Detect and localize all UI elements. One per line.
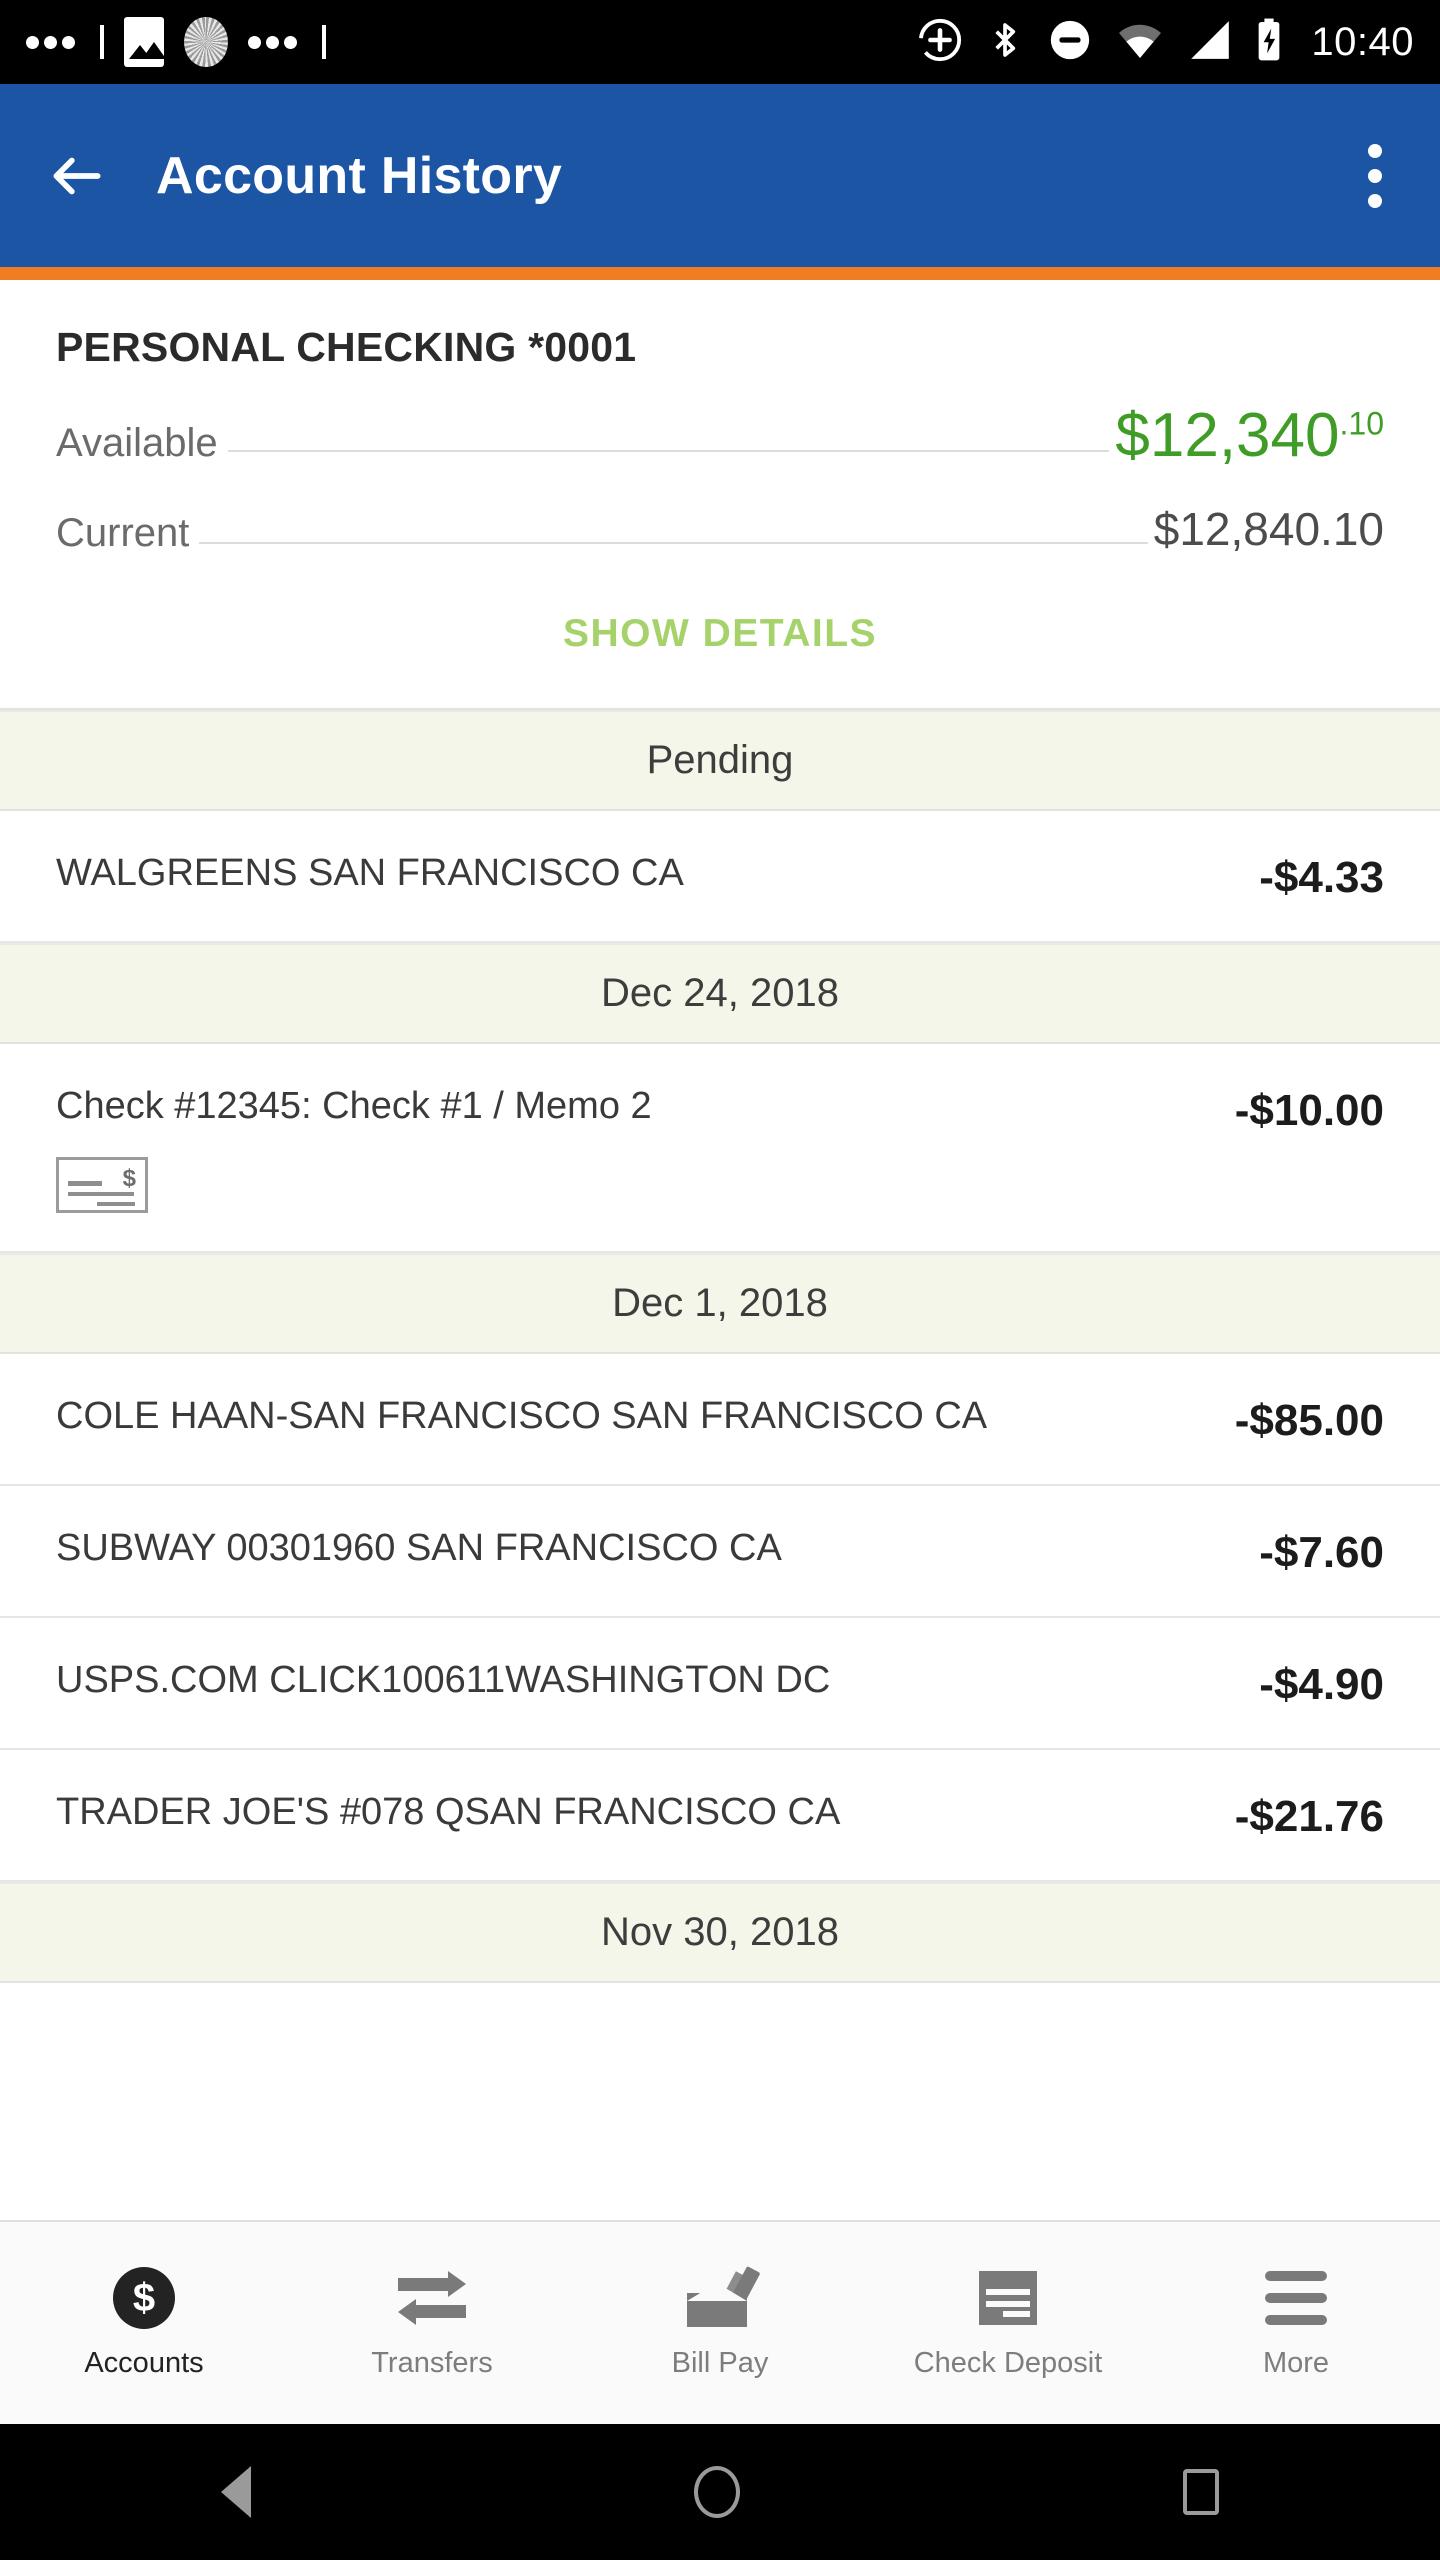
do-not-disturb-icon xyxy=(1047,17,1093,68)
available-amount-main: $12,340 xyxy=(1115,401,1340,470)
check-document-icon xyxy=(979,2267,1037,2329)
group-header: Nov 30, 2018 xyxy=(0,1881,1440,1983)
table-row[interactable]: WALGREENS SAN FRANCISCO CA -$4.33 xyxy=(0,810,1440,943)
transaction-description: COLE HAAN-SAN FRANCISCO SAN FRANCISCO CA xyxy=(56,1394,988,1437)
transfer-arrows-icon xyxy=(398,2267,466,2329)
dots-icon xyxy=(248,35,297,49)
spinner-icon xyxy=(184,17,228,67)
tab-label: More xyxy=(1262,2346,1330,2379)
notification-divider-icon xyxy=(100,25,104,59)
available-amount-cents: .10 xyxy=(1339,405,1384,442)
android-home-icon[interactable] xyxy=(693,2466,740,2518)
signal-icon xyxy=(1187,19,1233,66)
tab-accounts[interactable]: $ Accounts xyxy=(0,2266,288,2380)
transaction-amount: -$85.00 xyxy=(1234,1395,1384,1445)
tab-label: Check Deposit xyxy=(913,2346,1103,2379)
transaction-description: WALGREENS SAN FRANCISCO CA xyxy=(56,851,684,894)
transaction-description: SUBWAY 00301960 SAN FRANCISCO CA xyxy=(56,1526,782,1569)
image-icon xyxy=(124,17,164,67)
dollar-circle-icon: $ xyxy=(113,2266,175,2329)
current-amount: $12,840.10 xyxy=(1153,502,1384,555)
back-arrow-icon[interactable] xyxy=(46,145,108,207)
tab-more[interactable]: More xyxy=(1152,2267,1440,2380)
bluetooth-icon xyxy=(985,17,1025,68)
battery-charging-icon xyxy=(1255,17,1283,68)
table-row[interactable]: SUBWAY 00301960 SAN FRANCISCO CA -$7.60 xyxy=(0,1485,1440,1618)
transaction-description: TRADER JOE'S #078 QSAN FRANCISCO CA xyxy=(56,1790,841,1833)
transaction-amount: -$10.00 xyxy=(1234,1085,1384,1135)
tab-transfers[interactable]: Transfers xyxy=(288,2267,576,2380)
status-bar-right-icons: 10:40 xyxy=(917,17,1414,68)
location-add-icon xyxy=(917,17,963,68)
dollar-sign-glyph: $ xyxy=(122,1164,136,1192)
tab-check-deposit[interactable]: Check Deposit xyxy=(864,2267,1152,2380)
transaction-amount: -$21.76 xyxy=(1234,1791,1384,1841)
tab-bill-pay[interactable]: Bill Pay xyxy=(576,2265,864,2380)
check-image-icon[interactable]: $ xyxy=(56,1156,148,1213)
available-balance-row: Available $12,340.10 xyxy=(56,405,1384,467)
transaction-amount: -$7.60 xyxy=(1259,1527,1384,1577)
notification-divider-icon xyxy=(322,25,326,59)
phone-screen: 10:40 Account History PERSONAL CHECKING … xyxy=(0,0,1440,2560)
page-title: Account History xyxy=(156,146,563,205)
android-recents-icon[interactable] xyxy=(1182,2469,1219,2515)
wifi-icon xyxy=(1115,20,1165,65)
account-name: PERSONAL CHECKING *0001 xyxy=(56,324,637,370)
transaction-list[interactable]: Pending WALGREENS SAN FRANCISCO CA -$4.3… xyxy=(0,707,1440,1983)
tab-label: Bill Pay xyxy=(671,2346,769,2379)
group-header: Dec 24, 2018 xyxy=(0,942,1440,1044)
current-balance-row: Current $12,840.10 xyxy=(56,502,1384,556)
transaction-description: USPS.COM CLICK100611WASHINGTON DC xyxy=(56,1658,831,1701)
account-summary: PERSONAL CHECKING *0001 Available $12,34… xyxy=(0,280,1440,708)
tab-label: Transfers xyxy=(371,2346,493,2379)
dots-icon xyxy=(26,35,75,49)
table-row[interactable]: COLE HAAN-SAN FRANCISCO SAN FRANCISCO CA… xyxy=(0,1353,1440,1486)
leader-line xyxy=(227,449,1110,452)
group-header: Pending xyxy=(0,709,1440,811)
group-header: Dec 1, 2018 xyxy=(0,1252,1440,1354)
transaction-amount: -$4.90 xyxy=(1259,1659,1384,1709)
table-row[interactable]: TRADER JOE'S #078 QSAN FRANCISCO CA -$21… xyxy=(0,1749,1440,1882)
status-bar-left-icons xyxy=(26,17,917,67)
table-row[interactable]: Check #12345: Check #1 / Memo 2 $ -$10.0… xyxy=(0,1043,1440,1253)
envelope-pen-icon xyxy=(687,2265,761,2329)
leader-line xyxy=(199,541,1148,544)
android-status-bar: 10:40 xyxy=(0,0,1440,84)
overflow-menu-icon[interactable] xyxy=(1368,143,1382,208)
android-nav-bar xyxy=(0,2424,1440,2560)
bottom-tab-bar: $ Accounts Transfers Bill Pay Check Depo… xyxy=(0,2220,1440,2424)
transaction-description: Check #12345: Check #1 / Memo 2 xyxy=(56,1084,652,1127)
hamburger-menu-icon xyxy=(1265,2267,1327,2329)
transaction-amount: -$4.33 xyxy=(1259,852,1384,902)
status-bar-clock: 10:40 xyxy=(1311,19,1414,64)
available-amount: $12,340.10 xyxy=(1115,405,1384,467)
current-label: Current xyxy=(56,510,190,555)
tab-label: Accounts xyxy=(84,2346,204,2379)
accent-bar xyxy=(0,267,1440,280)
app-bar: Account History xyxy=(0,84,1440,267)
android-back-icon[interactable] xyxy=(221,2466,252,2518)
available-label: Available xyxy=(56,420,218,465)
show-details-button[interactable]: SHOW DETAILS xyxy=(56,612,1384,708)
table-row[interactable]: USPS.COM CLICK100611WASHINGTON DC -$4.90 xyxy=(0,1617,1440,1750)
